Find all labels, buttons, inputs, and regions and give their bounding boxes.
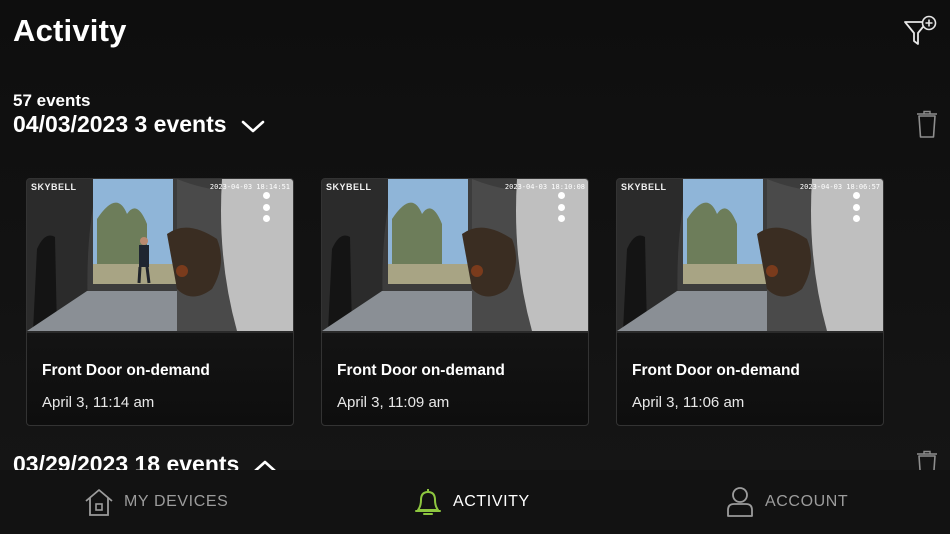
person-icon [727, 487, 753, 517]
tab-label: ACTIVITY [453, 493, 530, 510]
tab-label: ACCOUNT [765, 493, 849, 510]
event-card[interactable]: SKYBELL 2023-04-03 18:14:51 Front Door o… [26, 178, 294, 426]
more-options-icon[interactable] [261, 192, 271, 222]
tab-label: MY DEVICES [124, 493, 229, 510]
trash-icon[interactable] [916, 110, 938, 138]
video-timestamp: 2023-04-03 18:10:08 [504, 183, 585, 191]
more-options-icon[interactable] [556, 192, 566, 222]
event-title: Front Door on-demand [42, 362, 210, 379]
event-card[interactable]: SKYBELL 2023-04-03 18:06:57 Front Door o… [616, 178, 884, 426]
event-card[interactable]: SKYBELL 2023-04-03 18:10:08 Front Door o… [321, 178, 589, 426]
video-timestamp: 2023-04-03 18:06:57 [799, 183, 880, 191]
event-time: April 3, 11:06 am [632, 394, 745, 411]
house-icon [85, 489, 113, 516]
total-events: 57 events [13, 91, 91, 110]
more-options-icon[interactable] [851, 192, 861, 222]
event-time: April 3, 11:14 am [42, 394, 155, 411]
brand-logo: SKYBELL [621, 182, 667, 192]
bell-icon [415, 489, 441, 515]
event-title: Front Door on-demand [337, 362, 505, 379]
event-title: Front Door on-demand [632, 362, 800, 379]
bottom-tab-bar: MY DEVICES ACTIVITY ACCOUNT [0, 470, 950, 534]
group-label: 04/03/2023 3 events [13, 111, 227, 137]
chevron-down-icon[interactable] [241, 118, 265, 134]
page-title: Activity [13, 13, 127, 48]
event-time: April 3, 11:09 am [337, 394, 450, 411]
event-thumbnail[interactable]: SKYBELL 2023-04-03 18:14:51 [27, 179, 293, 333]
brand-logo: SKYBELL [326, 182, 372, 192]
event-thumbnail[interactable]: SKYBELL 2023-04-03 18:06:57 [617, 179, 883, 333]
group-header[interactable]: 04/03/2023 3 events [13, 111, 265, 138]
event-thumbnail[interactable]: SKYBELL 2023-04-03 18:10:08 [322, 179, 588, 333]
tab-account[interactable]: ACCOUNT [725, 470, 848, 534]
tab-activity[interactable]: ACTIVITY [413, 470, 530, 534]
event-list: SKYBELL 2023-04-03 18:14:51 Front Door o… [26, 178, 884, 426]
video-timestamp: 2023-04-03 18:14:51 [209, 183, 290, 191]
add-filter-icon[interactable] [902, 14, 938, 50]
tab-my-devices[interactable]: MY DEVICES [84, 470, 228, 534]
brand-logo: SKYBELL [31, 182, 77, 192]
